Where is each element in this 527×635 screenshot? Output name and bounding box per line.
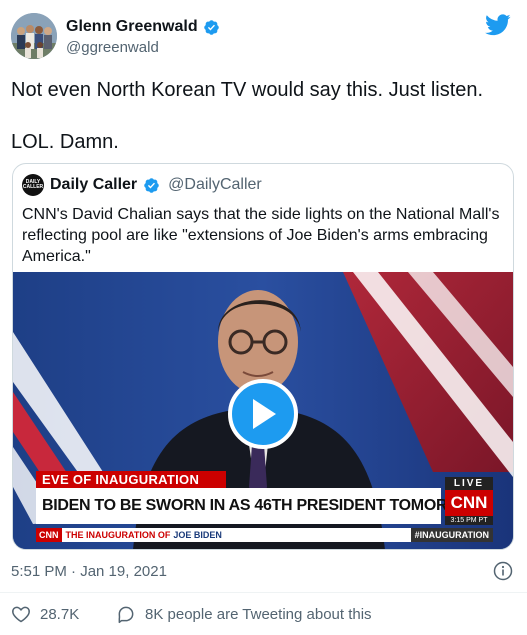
daily-caller-logo[interactable]: DAILY CALLER (22, 174, 44, 196)
tweeting-about-text: 8K people are Tweeting about this (145, 605, 372, 623)
author-name[interactable]: Glenn Greenwald (66, 18, 198, 36)
quoted-tweet[interactable]: DAILY CALLER Daily Caller @DailyCaller CN… (12, 163, 514, 550)
verified-icon (144, 177, 159, 193)
cnn-logo: CNN (445, 490, 493, 516)
footer-divider (0, 592, 527, 593)
author-name-row[interactable]: Glenn Greenwald (66, 18, 220, 36)
ticker-bar: CNN THE INAUGURATION OF JOE BIDEN #INAUG… (36, 528, 493, 542)
live-badge: LIVE (445, 477, 493, 490)
ticker-text-prefix: THE INAUGURATION OF (65, 530, 171, 540)
avatar-photo (11, 13, 57, 59)
quoted-author-name[interactable]: Daily Caller (50, 176, 137, 194)
verified-icon (203, 19, 219, 35)
lower-third-top-text: EVE OF INAUGURATION (42, 472, 200, 487)
author-handle[interactable]: @ggreenwald (66, 39, 159, 56)
like-button[interactable]: 28.7K (11, 604, 79, 624)
quoted-tweet-text: CNN's David Chalian says that the side l… (22, 206, 500, 265)
video-player[interactable]: EVE OF INAUGURATION BIDEN TO BE SWORN IN… (13, 272, 513, 549)
ticker-brand: CNN (36, 528, 62, 542)
heart-icon (12, 606, 30, 623)
speech-bubble-icon (118, 606, 134, 624)
logo-text-2: CALLER (22, 184, 44, 190)
broadcast-time: 3:15 PM PT (445, 516, 493, 525)
info-icon[interactable] (493, 561, 513, 581)
logo-text: DAILY CALLER (23, 180, 43, 190)
lower-third-top-bar: EVE OF INAUGURATION (36, 471, 226, 488)
tweet-line-1: Not even North Korean TV would say this.… (11, 79, 484, 101)
quoted-author-handle[interactable]: @DailyCaller (168, 176, 262, 194)
author-avatar[interactable] (11, 13, 57, 59)
ticker-hashtag: #INAUGURATION (410, 528, 493, 542)
quoted-tweet-header: DAILY CALLER Daily Caller @DailyCaller (22, 174, 262, 196)
tweeting-about-link[interactable]: 8K people are Tweeting about this (116, 604, 372, 624)
twitter-bird-icon[interactable] (485, 14, 511, 36)
headline-text: BIDEN TO BE SWORN IN AS 46TH PRESIDENT T… (42, 497, 486, 514)
ticker-text-name: JOE BIDEN (173, 530, 222, 540)
headline-bar: BIDEN TO BE SWORN IN AS 46TH PRESIDENT T… (36, 488, 486, 524)
play-button[interactable] (228, 379, 298, 449)
like-count: 28.7K (40, 605, 80, 623)
tweet-timestamp[interactable]: 5:51 PM · Jan 19, 2021 (11, 563, 167, 580)
play-icon (253, 399, 276, 429)
tweet-text: Not even North Korean TV would say this.… (11, 77, 516, 155)
tweet-line-2: LOL. Damn. (11, 131, 119, 153)
